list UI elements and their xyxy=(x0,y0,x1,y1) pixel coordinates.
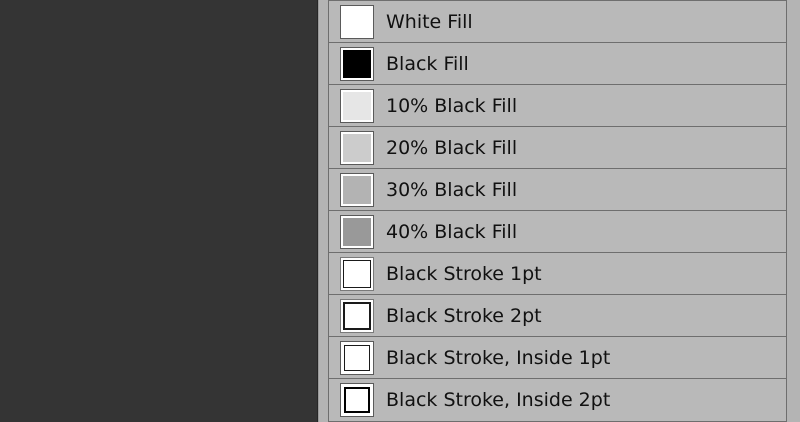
swatch-stroke xyxy=(344,345,370,371)
list-item-30-black-fill[interactable]: 30% Black Fill xyxy=(328,169,787,211)
gray-20-fill-swatch-icon xyxy=(340,131,374,165)
styles-list: White Fill Black Fill 10% Black Fill 20%… xyxy=(328,0,787,422)
stroke-2pt-swatch-icon xyxy=(340,299,374,333)
list-item-label: Black Stroke 1pt xyxy=(386,263,542,285)
list-item-label: 10% Black Fill xyxy=(386,95,518,117)
list-item-40-black-fill[interactable]: 40% Black Fill xyxy=(328,211,787,253)
swatch-fill xyxy=(343,134,371,162)
list-item-label: 20% Black Fill xyxy=(386,137,518,159)
styles-panel: White Fill Black Fill 10% Black Fill 20%… xyxy=(318,0,800,422)
stroke-1pt-swatch-icon xyxy=(340,257,374,291)
swatch-stroke xyxy=(343,302,371,330)
gray-30-fill-swatch-icon xyxy=(340,173,374,207)
list-item-label: Black Stroke, Inside 1pt xyxy=(386,347,611,369)
panel-left-edge xyxy=(318,0,328,422)
swatch-fill xyxy=(343,176,371,204)
list-item-label: 30% Black Fill xyxy=(386,179,518,201)
gray-40-fill-swatch-icon xyxy=(340,215,374,249)
black-fill-swatch-icon xyxy=(340,47,374,81)
list-item-label: Black Fill xyxy=(386,53,469,75)
list-item-label: White Fill xyxy=(386,11,473,33)
white-fill-swatch-icon xyxy=(340,5,374,39)
swatch-fill xyxy=(343,218,371,246)
list-item-black-stroke-2pt[interactable]: Black Stroke 2pt xyxy=(328,295,787,337)
stroke-inside-2pt-swatch-icon xyxy=(340,383,374,417)
list-item-black-stroke-1pt[interactable]: Black Stroke 1pt xyxy=(328,253,787,295)
list-item-label: Black Stroke, Inside 2pt xyxy=(386,389,611,411)
list-item-black-stroke-inside-1pt[interactable]: Black Stroke, Inside 1pt xyxy=(328,337,787,379)
panel-right-gutter xyxy=(787,0,800,422)
list-item-label: Black Stroke 2pt xyxy=(386,305,542,327)
swatch-fill xyxy=(343,50,371,78)
list-item-black-fill[interactable]: Black Fill xyxy=(328,43,787,85)
swatch-stroke xyxy=(343,260,371,288)
list-item-label: 40% Black Fill xyxy=(386,221,518,243)
list-item-20-black-fill[interactable]: 20% Black Fill xyxy=(328,127,787,169)
swatch-fill xyxy=(343,8,371,36)
stroke-inside-1pt-swatch-icon xyxy=(340,341,374,375)
list-item-white-fill[interactable]: White Fill xyxy=(328,0,787,43)
swatch-stroke xyxy=(344,387,370,413)
list-item-10-black-fill[interactable]: 10% Black Fill xyxy=(328,85,787,127)
swatch-fill xyxy=(343,92,371,120)
gray-10-fill-swatch-icon xyxy=(340,89,374,123)
workspace-canvas xyxy=(0,0,317,422)
list-item-black-stroke-inside-2pt[interactable]: Black Stroke, Inside 2pt xyxy=(328,379,787,422)
